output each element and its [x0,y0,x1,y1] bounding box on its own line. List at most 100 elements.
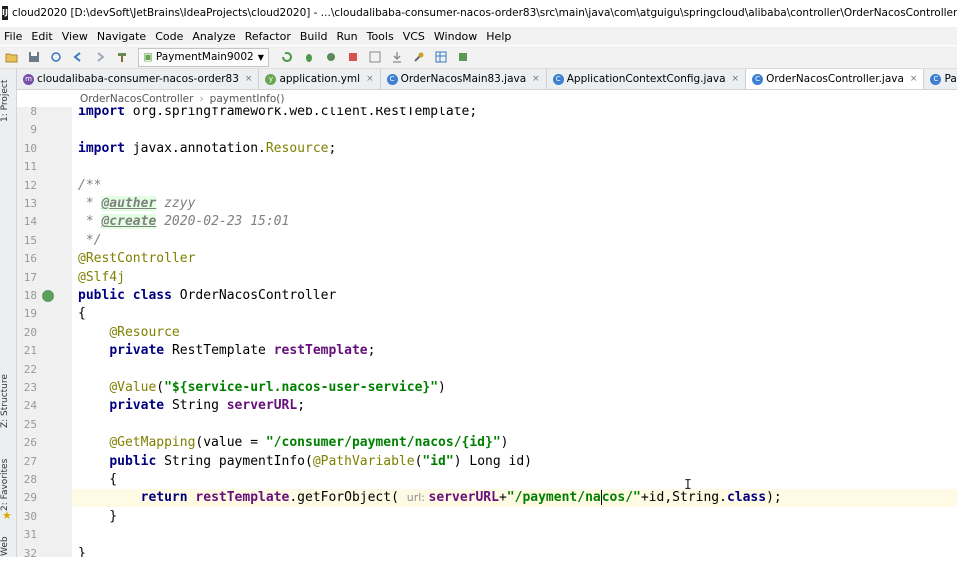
menu-edit[interactable]: Edit [27,30,57,43]
back-arrow-icon[interactable] [70,49,86,65]
side-tab-project[interactable]: 1: Project [0,71,16,131]
sdk-icon[interactable] [455,49,471,65]
editor-tab[interactable]: CPaymentCom [924,69,957,89]
line-number: 14 [23,215,37,229]
line-number: 30 [23,509,37,523]
menu-analyze[interactable]: Analyze [188,30,240,43]
editor-tab[interactable]: C OrderNacosController.java × [746,69,925,89]
code-line: return restTemplate.getForObject( url: s… [78,489,782,507]
menu-tools[interactable]: Tools [363,30,399,43]
close-icon[interactable]: × [732,74,740,84]
line-number: 26 [23,436,37,450]
breadcrumb: OrderNacosController › paymentInfo() [17,90,957,107]
menu-build[interactable]: Build [296,30,333,43]
class-icon: C [930,73,942,85]
side-tab-web[interactable]: Web [0,535,16,557]
coverage-icon[interactable] [323,49,339,65]
code-line: /** [78,177,101,195]
rerun-icon[interactable] [279,49,295,65]
code-token: ); [766,490,782,506]
open-folder-icon[interactable] [4,49,20,65]
code-token: .getForObject( [289,490,407,506]
menu-refactor[interactable]: Refactor [241,30,296,43]
editor-tab[interactable]: C OrderNacosMain83.java × [381,69,547,89]
code-line: @RestController [78,250,195,268]
code-token: String paymentInfo( [164,453,313,469]
editor-tab-label: OrderNacosController.java [766,73,904,85]
code-token: { [78,306,86,322]
line-number: 13 [23,197,37,210]
close-icon[interactable]: × [910,74,918,84]
sync-icon[interactable] [48,49,64,65]
editor-tab[interactable]: C ApplicationContextConfig.java × [547,69,747,89]
class-icon: C [386,73,398,85]
code-token: ; [297,398,306,414]
settings-wrench-icon[interactable] [411,49,427,65]
code-line: public String paymentInfo(@PathVariable(… [78,453,532,471]
line-number: 11 [23,160,37,174]
project-structure-icon[interactable] [433,49,449,65]
code-token: return [140,490,196,506]
code-token: restTemplate [195,490,290,506]
code-token: cos/" [601,490,641,506]
editor-tab-label: application.yml [279,73,361,85]
line-number-gutter[interactable]: 8 9 10 11 12 13 14 15 16 17 18 19 20 21 22 23 24 25 26 27 28… [17,105,89,560]
code-token: @Resource [109,324,180,340]
run-config-label: PaymentMain9002 [155,51,254,63]
layout-icon[interactable] [367,49,383,65]
line-number: 10 [23,141,37,155]
code-token: "/consumer/payment/nacos/{id}" [265,435,501,451]
run-configuration-selector[interactable]: ▣ PaymentMain9002 ▼ [138,47,269,67]
code-token: private [109,343,172,359]
code-token: url: [406,491,429,505]
spring-bean-icon[interactable] [42,290,54,302]
menu-navigate[interactable]: Navigate [93,30,151,43]
code-token: { [78,472,118,487]
code-token: (value = [195,435,266,451]
forward-arrow-icon[interactable] [92,49,108,65]
line-number: 27 [23,454,37,468]
menu-code[interactable]: Code [151,30,188,43]
code-token: ; [328,140,337,156]
menu-help[interactable]: Help [482,30,516,43]
build-hammer-icon[interactable] [114,49,130,65]
menu-vcs[interactable]: VCS [399,30,430,43]
code-token: private [109,398,172,414]
close-icon[interactable]: × [532,74,540,84]
menu-window[interactable]: Window [430,30,482,43]
code-line: } [78,545,86,557]
code-editor[interactable]: import org.springframework.web.client.Re… [72,107,957,557]
save-icon[interactable] [26,49,42,65]
side-tab-structure[interactable]: Z: Structure [0,367,16,435]
yaml-icon: y [265,73,277,85]
editor-tab[interactable]: y application.yml × [259,69,381,89]
download-icon[interactable] [389,49,405,65]
code-line: private String serverURL; [78,397,305,415]
stop-icon[interactable] [345,49,361,65]
code-line: private RestTemplate restTemplate; [78,342,375,360]
line-number: 9 [30,123,37,137]
menu-file[interactable]: File [0,30,27,43]
menu-view[interactable]: View [58,30,93,43]
close-icon[interactable]: × [245,74,253,84]
code-token: "/payment/na [506,490,601,506]
editor-tab[interactable]: m cloudalibaba-consumer-nacos-order83 × [17,69,260,89]
code-token: ) [438,380,446,395]
toolbar: ▣ PaymentMain9002 ▼ [0,46,957,69]
breadcrumb-class[interactable]: OrderNacosController [80,93,193,105]
breadcrumb-method[interactable]: paymentInfo() [210,93,285,105]
debug-bug-icon[interactable] [301,49,317,65]
side-tab-favorites[interactable]: 2: Favorites [0,453,16,517]
close-icon[interactable]: × [366,74,374,84]
code-token: ; [367,343,376,359]
editor-tab-label: PaymentCom [944,73,957,85]
line-number: 18 [23,289,37,302]
code-token: String [171,398,227,414]
menu-run[interactable]: Run [333,30,363,43]
code-token: serverURL [226,398,298,414]
